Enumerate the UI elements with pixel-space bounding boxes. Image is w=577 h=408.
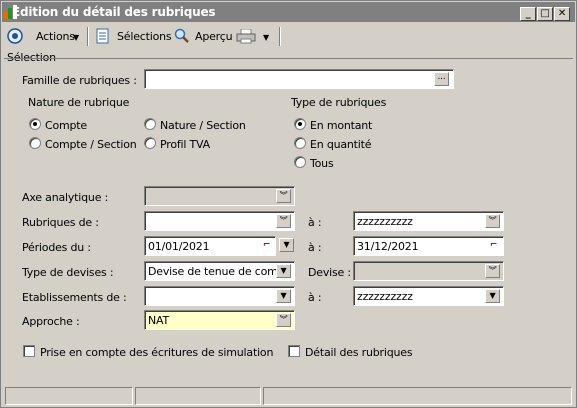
toolbar: Actions ▼ Sélections Aperçu ▼: [2, 24, 575, 50]
apercu-button[interactable]: Aperçu: [195, 30, 233, 43]
simulation-checkbox[interactable]: [23, 345, 35, 357]
etablissements-from-select[interactable]: ▼: [144, 286, 295, 306]
window-title: Edition du détail des rubriques: [12, 5, 216, 19]
type-radio-montant[interactable]: [294, 118, 306, 130]
devises-select[interactable]: Devise de tenue de compt ▼: [144, 261, 295, 281]
printer-icon[interactable]: [236, 29, 256, 44]
famille-browse-button[interactable]: ...: [434, 72, 449, 86]
nature-option-label[interactable]: Nature / Section: [160, 119, 246, 132]
etablissements-to-label: à :: [308, 291, 322, 304]
periode-from-input[interactable]: 01/01/2021 ⌐: [144, 236, 276, 256]
actions-menu[interactable]: Actions: [36, 30, 75, 43]
chevron-down-icon[interactable]: ︾: [276, 214, 291, 228]
approche-select[interactable]: NAT ︾: [144, 310, 295, 330]
status-panel: [135, 387, 261, 405]
chevron-down-icon[interactable]: ▼: [485, 289, 500, 303]
famille-label: Famille de rubriques :: [22, 74, 137, 87]
calendar-icon[interactable]: ⌐: [486, 239, 501, 253]
nature-option-label[interactable]: Compte: [45, 119, 87, 132]
chevron-down-icon: ︾: [485, 264, 500, 278]
nature-option-label[interactable]: Profil TVA: [160, 138, 210, 151]
detail-label[interactable]: Détail des rubriques: [305, 346, 413, 359]
title-bar: Edition du détail des rubriques _ □ ✕: [2, 2, 575, 22]
status-panel: [5, 387, 133, 405]
chevron-down-icon[interactable]: ▼: [276, 264, 291, 278]
nature-radio-compte-section[interactable]: [29, 137, 41, 149]
etablissements-to-select[interactable]: zzzzzzzzzz ▼: [353, 286, 504, 306]
chevron-down-icon[interactable]: ︾: [485, 214, 500, 228]
periodes-to-label: à :: [308, 241, 322, 254]
minimize-button[interactable]: _: [520, 7, 536, 21]
simulation-label[interactable]: Prise en compte des écritures de simulat…: [40, 346, 273, 359]
chevron-down-icon[interactable]: ︾: [276, 313, 291, 327]
rubriques-to-select[interactable]: zzzzzzzzzz ︾: [353, 211, 504, 231]
famille-input[interactable]: ...: [144, 69, 454, 89]
type-rubriques-heading: Type de rubriques: [291, 96, 387, 109]
devise-label: Devise :: [308, 266, 351, 279]
type-option-label[interactable]: En montant: [310, 119, 372, 132]
status-panel: [263, 387, 572, 405]
periode-to-input[interactable]: 31/12/2021 ⌐: [353, 236, 504, 256]
toolbar-separator: [279, 27, 281, 46]
close-button[interactable]: ✕: [554, 7, 570, 21]
nature-heading: Nature de rubrique: [28, 96, 130, 109]
print-dropdown-icon[interactable]: ▼: [263, 33, 269, 42]
type-radio-quantite[interactable]: [294, 137, 306, 149]
selections-icon[interactable]: [96, 28, 110, 45]
calendar-icon[interactable]: ⌐: [259, 239, 274, 253]
etablissements-label: Etablissements de :: [22, 291, 127, 304]
rubriques-label: Rubriques de :: [22, 216, 99, 229]
rubriques-from-select[interactable]: ︾: [144, 211, 295, 231]
detail-checkbox[interactable]: [288, 345, 300, 357]
periode-dropdown-button[interactable]: ▼: [279, 238, 294, 252]
magnifier-icon[interactable]: [174, 28, 190, 44]
type-radio-tous[interactable]: [294, 156, 306, 168]
actions-icon[interactable]: [7, 28, 23, 44]
actions-dropdown-icon[interactable]: ▼: [73, 33, 79, 42]
nature-radio-profil-tva[interactable]: [144, 137, 156, 149]
devises-label: Type de devises :: [22, 266, 114, 279]
nature-radio-compte[interactable]: [29, 118, 41, 130]
maximize-button[interactable]: □: [537, 7, 553, 21]
devise-select: ︾: [353, 261, 504, 281]
selections-button[interactable]: Sélections: [117, 30, 172, 43]
approche-label: Approche :: [22, 315, 80, 328]
axe-select: ︾: [144, 186, 295, 206]
nature-radio-nature-section[interactable]: [144, 118, 156, 130]
chevron-down-icon[interactable]: ▼: [276, 289, 291, 303]
type-option-label[interactable]: En quantité: [310, 138, 372, 151]
type-option-label[interactable]: Tous: [310, 157, 334, 170]
periodes-label: Périodes du :: [22, 241, 91, 254]
toolbar-separator: [87, 27, 89, 46]
nature-option-label[interactable]: Compte / Section: [45, 138, 137, 151]
chevron-down-icon: ︾: [276, 189, 291, 203]
rubriques-to-label: à :: [308, 216, 322, 229]
main-window: Edition du détail des rubriques _ □ ✕ Ac…: [0, 0, 577, 408]
axe-label: Axe analytique :: [22, 191, 109, 204]
